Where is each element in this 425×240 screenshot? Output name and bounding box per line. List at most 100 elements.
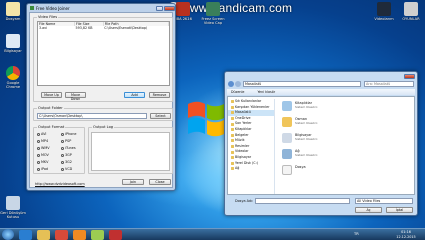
format-mov-radio[interactable]: MOV xyxy=(37,153,49,157)
downloads-icon xyxy=(231,105,234,109)
taskbar-media-icon[interactable] xyxy=(73,230,86,240)
folder-icon xyxy=(6,2,20,16)
file-item-dosya[interactable]: Dosya xyxy=(282,164,342,177)
forward-icon[interactable] xyxy=(235,81,241,87)
taskbar-ie-icon[interactable] xyxy=(19,230,32,240)
recent-icon xyxy=(231,122,234,126)
open-file-dialog: Masaüstü Ara: Masaüstü Düzenle Yeni klas… xyxy=(224,71,418,216)
library-icon xyxy=(231,128,234,132)
filename-label: Dosya Adı: xyxy=(235,199,254,203)
windows-logo xyxy=(186,96,226,142)
pictures-icon xyxy=(231,145,234,149)
file-icon xyxy=(282,165,292,175)
cloud-icon xyxy=(231,117,234,121)
format-mkv-radio[interactable]: MKV xyxy=(37,160,48,164)
format-vcd-radio[interactable]: VCD xyxy=(61,167,72,171)
format-ipad-radio[interactable]: iPad xyxy=(37,167,48,171)
table-row[interactable]: 3.avi 593,82 KB C:\Users\Esenati\Desktop\ xyxy=(38,26,169,30)
star-icon xyxy=(231,100,234,104)
taskbar-explorer-icon[interactable] xyxy=(37,230,50,240)
format-3g2-radio[interactable]: 3G2 xyxy=(61,160,72,164)
close-window-button[interactable] xyxy=(164,5,175,11)
nba-icon xyxy=(176,2,190,16)
address-input[interactable]: Masaüstü xyxy=(243,81,361,87)
computer-icon xyxy=(282,133,292,143)
file-list[interactable]: File Name File Size File Path 3.avi 593,82 … xyxy=(37,21,170,86)
documents-icon xyxy=(231,133,234,137)
desktop-icon-dosyam[interactable]: Dosyam xyxy=(0,2,26,21)
filename-input[interactable] xyxy=(255,198,350,204)
close-dialog-button[interactable] xyxy=(404,73,415,79)
open-button[interactable]: Aç xyxy=(355,207,382,213)
nav-item-network[interactable]: Ağ xyxy=(228,166,274,172)
folder-icon xyxy=(404,2,418,16)
address-bar: Masaüstü Ara: Masaüstü xyxy=(227,81,415,88)
clock[interactable]: 01:16 12.12.2015 xyxy=(391,230,421,239)
format-itunes-radio[interactable]: iTunes xyxy=(61,146,76,150)
disk-icon xyxy=(231,161,234,165)
taskbar-chrome-icon[interactable] xyxy=(55,230,68,240)
file-item-computer[interactable]: Bilgisayar Sistem Klasörü xyxy=(282,132,342,145)
videos-icon xyxy=(231,150,234,154)
network-icon xyxy=(282,149,292,159)
app-icon xyxy=(30,6,34,10)
format-wmv-radio[interactable]: WMV xyxy=(37,146,50,150)
format-3gp-radio[interactable]: 3GP xyxy=(61,153,72,157)
minimize-button[interactable] xyxy=(156,5,163,11)
navigation-pane: Sık Kullanılanlar Karşıdan Yüklenenler M… xyxy=(228,99,275,194)
desktop-icon-chrome[interactable]: Google Chrome xyxy=(0,66,26,90)
file-type-select[interactable]: All Video Files xyxy=(355,198,413,204)
video-folder-icon xyxy=(377,2,391,16)
network-icon xyxy=(231,167,234,171)
file-item-libraries[interactable]: Kitaplıklar Sistem Klasörü xyxy=(282,100,342,113)
desktop-icon-oyunlar[interactable]: OYUNLAR xyxy=(398,2,424,21)
video-joiner-window: Free Video Joiner Video Files File Name F… xyxy=(26,3,176,191)
joiner-panel: Video Files File Name File Size File Path … xyxy=(29,12,173,188)
start-button[interactable] xyxy=(2,229,14,240)
format-avi-radio[interactable]: AVI xyxy=(37,132,46,136)
library-icon xyxy=(282,101,292,111)
content-area: Sık Kullanılanlar Karşıdan Yüklenenler M… xyxy=(227,96,415,195)
output-format-group: Output Format AVI iPhone MP4 PSP WMV iTu… xyxy=(33,125,85,174)
file-item-network[interactable]: Ağ Sistem Klasörü xyxy=(282,148,342,161)
organize-button[interactable]: Düzenle xyxy=(231,90,244,94)
close-button[interactable]: Close xyxy=(149,179,171,185)
format-iphone-radio[interactable]: iPhone xyxy=(61,132,76,136)
remove-button[interactable]: Remove xyxy=(149,92,170,98)
user-folder-icon xyxy=(282,117,292,127)
select-button[interactable]: Select xyxy=(150,113,171,119)
search-input[interactable]: Ara: Masaüstü xyxy=(364,81,414,87)
output-folder-input[interactable]: C:\Users\Osman\Desktop\ xyxy=(37,113,147,119)
desktop-icon-recycle-bin[interactable]: Geri Dönüşüm Kutusu xyxy=(0,196,26,220)
window-title: Free Video Joiner xyxy=(36,5,70,11)
join-button[interactable]: Join xyxy=(122,179,144,185)
desktop-icon xyxy=(231,111,234,115)
format-psp-radio[interactable]: PSP xyxy=(61,139,71,143)
output-log-box[interactable] xyxy=(91,132,170,171)
taskbar-bandicam-icon[interactable] xyxy=(109,230,122,240)
file-item-osman[interactable]: Osman Sistem Klasörü xyxy=(282,116,342,129)
website-link[interactable]: http://www.dvdvideosoft.com xyxy=(35,182,85,186)
chrome-icon xyxy=(6,66,20,80)
output-log-group: Output Log xyxy=(88,125,173,174)
desktop-icon-bilgisayar[interactable]: Bilgisayar xyxy=(0,34,26,53)
computer-icon xyxy=(6,34,20,48)
taskbar-joiner-icon[interactable] xyxy=(91,230,104,240)
desktop-icon-freez[interactable]: Freez Screen Video Cap xyxy=(196,2,230,26)
toolbar: Düzenle Yeni klasör xyxy=(227,89,415,95)
dialog-title-bar xyxy=(225,72,417,80)
move-up-button[interactable]: Move Up xyxy=(41,92,62,98)
music-icon xyxy=(231,139,234,143)
cancel-button[interactable]: İptal xyxy=(386,207,413,213)
video-capture-icon xyxy=(206,2,220,16)
taskbar: TR 01:16 12.12.2015 xyxy=(0,228,425,240)
move-down-button[interactable]: Move Down xyxy=(65,92,86,101)
language-indicator[interactable]: TR xyxy=(354,232,359,236)
desktop-icon-videolarim[interactable]: Videolarım xyxy=(371,2,397,21)
recycle-bin-icon xyxy=(6,196,20,210)
format-mp4-radio[interactable]: MP4 xyxy=(37,139,48,143)
add-button[interactable]: Add xyxy=(124,92,145,98)
new-folder-button[interactable]: Yeni klasör xyxy=(257,90,275,94)
output-folder-group: Output Folder C:\Users\Osman\Desktop\ Se… xyxy=(33,106,173,121)
back-icon[interactable] xyxy=(228,81,234,87)
